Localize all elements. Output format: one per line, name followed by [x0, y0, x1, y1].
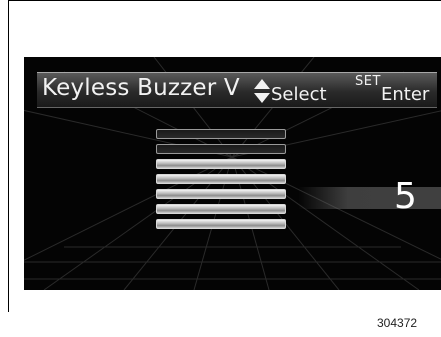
level-bar-inactive [156, 144, 286, 154]
level-bar-active [156, 174, 286, 184]
display-screen: Keyless Buzzer V Select SET Enter 5 [24, 57, 441, 290]
level-bar-active [156, 219, 286, 229]
set-button-hint: SET [355, 74, 381, 89]
level-bar-inactive [156, 129, 286, 139]
value-highlight [298, 187, 441, 209]
select-hint: Select [271, 84, 327, 105]
title-bar: Keyless Buzzer V Select SET Enter [37, 72, 437, 108]
up-down-arrow-icon [254, 79, 270, 103]
level-bar-active [156, 204, 286, 214]
setting-value: 5 [394, 176, 417, 217]
volume-level-meter[interactable] [156, 129, 286, 233]
figure-id: 304372 [377, 316, 418, 330]
level-bar-active [156, 159, 286, 169]
setting-title: Keyless Buzzer V [42, 75, 240, 101]
level-bar-active [156, 189, 286, 199]
enter-hint: Enter [381, 84, 430, 105]
